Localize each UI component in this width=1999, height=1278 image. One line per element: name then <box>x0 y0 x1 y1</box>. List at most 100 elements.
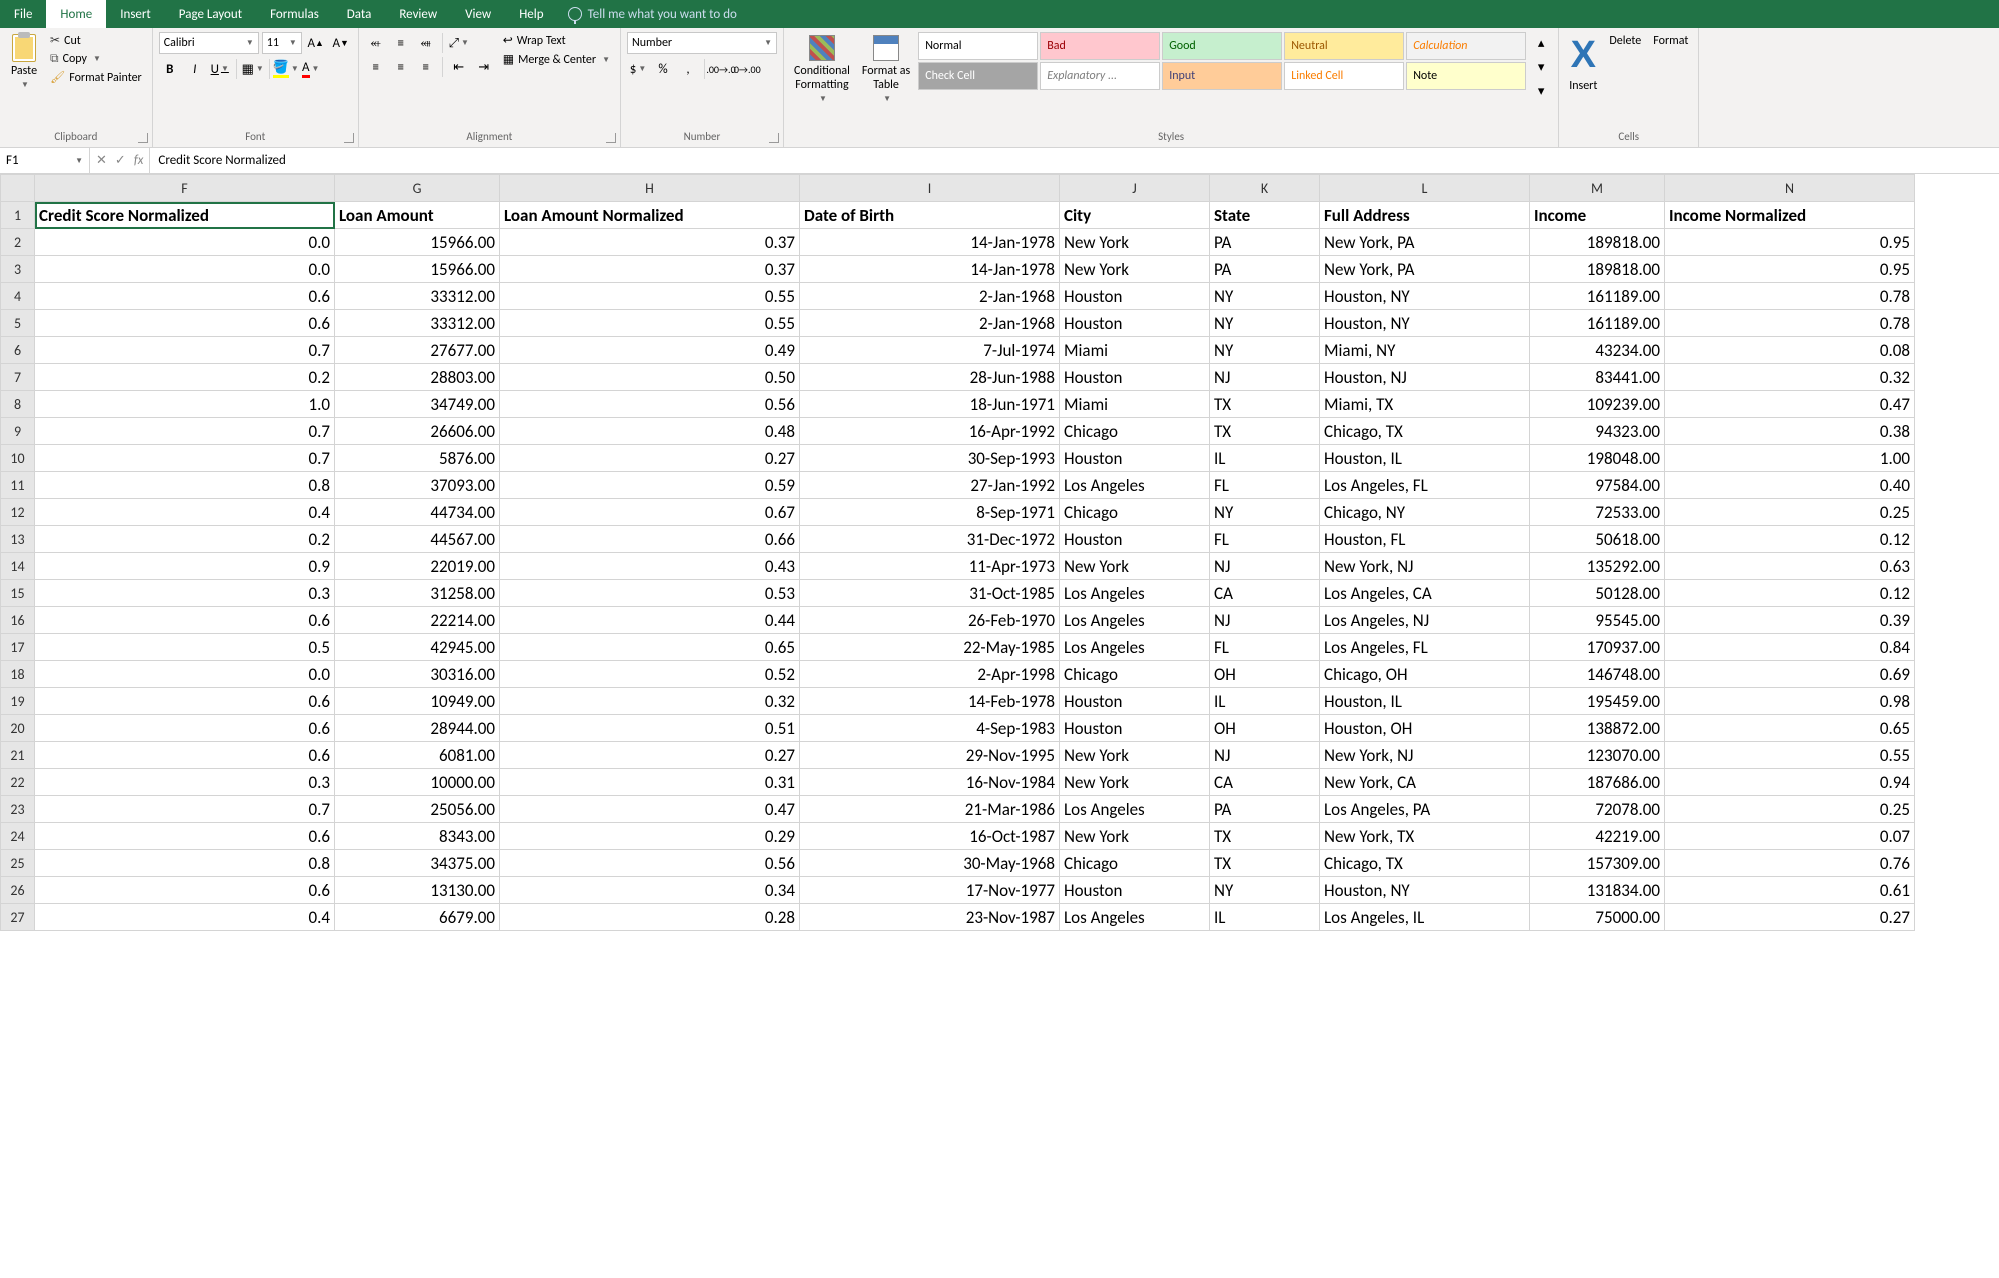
cell-M23[interactable]: 72078.00 <box>1530 796 1665 823</box>
cell-M22[interactable]: 187686.00 <box>1530 769 1665 796</box>
cell-H21[interactable]: 0.27 <box>500 742 800 769</box>
cell-M8[interactable]: 109239.00 <box>1530 391 1665 418</box>
cell-N21[interactable]: 0.55 <box>1665 742 1915 769</box>
cell-K18[interactable]: OH <box>1210 661 1320 688</box>
cell-M16[interactable]: 95545.00 <box>1530 607 1665 634</box>
paste-button[interactable]: Paste ▼ <box>6 32 42 92</box>
cell-G18[interactable]: 30316.00 <box>335 661 500 688</box>
cell-J4[interactable]: Houston <box>1060 283 1210 310</box>
cell-L15[interactable]: Los Angeles, CA <box>1320 580 1530 607</box>
decrease-indent-button[interactable]: ⇤ <box>448 56 470 78</box>
cell-J18[interactable]: Chicago <box>1060 661 1210 688</box>
col-header-L[interactable]: L <box>1320 175 1530 202</box>
cell-G9[interactable]: 26606.00 <box>335 418 500 445</box>
cell-L18[interactable]: Chicago, OH <box>1320 661 1530 688</box>
cell-M21[interactable]: 123070.00 <box>1530 742 1665 769</box>
cell-I3[interactable]: 14-Jan-1978 <box>800 256 1060 283</box>
row-header-7[interactable]: 7 <box>1 364 35 391</box>
format-as-table-button[interactable]: Format as Table▼ <box>858 32 914 106</box>
row-header-18[interactable]: 18 <box>1 661 35 688</box>
increase-indent-button[interactable]: ⇥ <box>473 56 495 78</box>
cell-F8[interactable]: 1.0 <box>35 391 335 418</box>
col-header-F[interactable]: F <box>35 175 335 202</box>
cell-N10[interactable]: 1.00 <box>1665 445 1915 472</box>
underline-button[interactable]: U▼ <box>209 58 231 80</box>
col-header-G[interactable]: G <box>335 175 500 202</box>
cell-F6[interactable]: 0.7 <box>35 337 335 364</box>
cell-N27[interactable]: 0.27 <box>1665 904 1915 931</box>
cell-H3[interactable]: 0.37 <box>500 256 800 283</box>
percent-button[interactable]: % <box>652 58 674 80</box>
cell-G20[interactable]: 28944.00 <box>335 715 500 742</box>
cell-K3[interactable]: PA <box>1210 256 1320 283</box>
align-top-button[interactable]: ⬴ <box>365 32 387 54</box>
cell-M10[interactable]: 198048.00 <box>1530 445 1665 472</box>
cell-H4[interactable]: 0.55 <box>500 283 800 310</box>
cell-K14[interactable]: NJ <box>1210 553 1320 580</box>
cell-F2[interactable]: 0.0 <box>35 229 335 256</box>
cell-K25[interactable]: TX <box>1210 850 1320 877</box>
cell-L23[interactable]: Los Angeles, PA <box>1320 796 1530 823</box>
cell-L9[interactable]: Chicago, TX <box>1320 418 1530 445</box>
cell-J3[interactable]: New York <box>1060 256 1210 283</box>
cell-F25[interactable]: 0.8 <box>35 850 335 877</box>
cell-G6[interactable]: 27677.00 <box>335 337 500 364</box>
cell-F3[interactable]: 0.0 <box>35 256 335 283</box>
tab-data[interactable]: Data <box>333 0 386 28</box>
conditional-formatting-button[interactable]: Conditional Formatting▼ <box>790 32 854 106</box>
row-header-9[interactable]: 9 <box>1 418 35 445</box>
align-middle-button[interactable]: ≡ <box>390 32 412 54</box>
cell-N6[interactable]: 0.08 <box>1665 337 1915 364</box>
cell-F18[interactable]: 0.0 <box>35 661 335 688</box>
font-name-combo[interactable]: Calibri▼ <box>159 32 259 54</box>
col-header-I[interactable]: I <box>800 175 1060 202</box>
row-header-12[interactable]: 12 <box>1 499 35 526</box>
cell-N11[interactable]: 0.40 <box>1665 472 1915 499</box>
cell-I21[interactable]: 29-Nov-1995 <box>800 742 1060 769</box>
cell-K26[interactable]: NY <box>1210 877 1320 904</box>
cell-H1[interactable]: Loan Amount Normalized <box>500 202 800 229</box>
cell-K20[interactable]: OH <box>1210 715 1320 742</box>
tab-formulas[interactable]: Formulas <box>256 0 333 28</box>
cell-H27[interactable]: 0.28 <box>500 904 800 931</box>
italic-button[interactable]: I <box>184 58 206 80</box>
cell-N19[interactable]: 0.98 <box>1665 688 1915 715</box>
borders-button[interactable]: ▦▼ <box>242 58 264 80</box>
cell-L27[interactable]: Los Angeles, IL <box>1320 904 1530 931</box>
dialog-launcher-icon[interactable] <box>138 133 148 143</box>
cell-I10[interactable]: 30-Sep-1993 <box>800 445 1060 472</box>
cell-I26[interactable]: 17-Nov-1977 <box>800 877 1060 904</box>
cell-H13[interactable]: 0.66 <box>500 526 800 553</box>
cell-F14[interactable]: 0.9 <box>35 553 335 580</box>
name-box[interactable]: F1▼ <box>0 148 90 173</box>
cell-I7[interactable]: 28-Jun-1988 <box>800 364 1060 391</box>
cell-J12[interactable]: Chicago <box>1060 499 1210 526</box>
cell-K24[interactable]: TX <box>1210 823 1320 850</box>
cell-M9[interactable]: 94323.00 <box>1530 418 1665 445</box>
tab-home[interactable]: Home <box>46 0 106 28</box>
cell-L8[interactable]: Miami, TX <box>1320 391 1530 418</box>
style-linked-cell[interactable]: Linked Cell <box>1284 62 1404 90</box>
cell-J10[interactable]: Houston <box>1060 445 1210 472</box>
cell-F16[interactable]: 0.6 <box>35 607 335 634</box>
cell-L14[interactable]: New York, NJ <box>1320 553 1530 580</box>
cell-M6[interactable]: 43234.00 <box>1530 337 1665 364</box>
row-header-16[interactable]: 16 <box>1 607 35 634</box>
cell-M13[interactable]: 50618.00 <box>1530 526 1665 553</box>
cell-L22[interactable]: New York, CA <box>1320 769 1530 796</box>
cell-G10[interactable]: 5876.00 <box>335 445 500 472</box>
cell-F21[interactable]: 0.6 <box>35 742 335 769</box>
row-header-24[interactable]: 24 <box>1 823 35 850</box>
cell-K10[interactable]: IL <box>1210 445 1320 472</box>
cell-I27[interactable]: 23-Nov-1987 <box>800 904 1060 931</box>
cell-I24[interactable]: 16-Oct-1987 <box>800 823 1060 850</box>
cell-I25[interactable]: 30-May-1968 <box>800 850 1060 877</box>
col-header-N[interactable]: N <box>1665 175 1915 202</box>
cell-N20[interactable]: 0.65 <box>1665 715 1915 742</box>
cell-J21[interactable]: New York <box>1060 742 1210 769</box>
cell-L1[interactable]: Full Address <box>1320 202 1530 229</box>
cell-J6[interactable]: Miami <box>1060 337 1210 364</box>
cell-N2[interactable]: 0.95 <box>1665 229 1915 256</box>
cell-H8[interactable]: 0.56 <box>500 391 800 418</box>
align-bottom-button[interactable]: ⬵ <box>415 32 437 54</box>
